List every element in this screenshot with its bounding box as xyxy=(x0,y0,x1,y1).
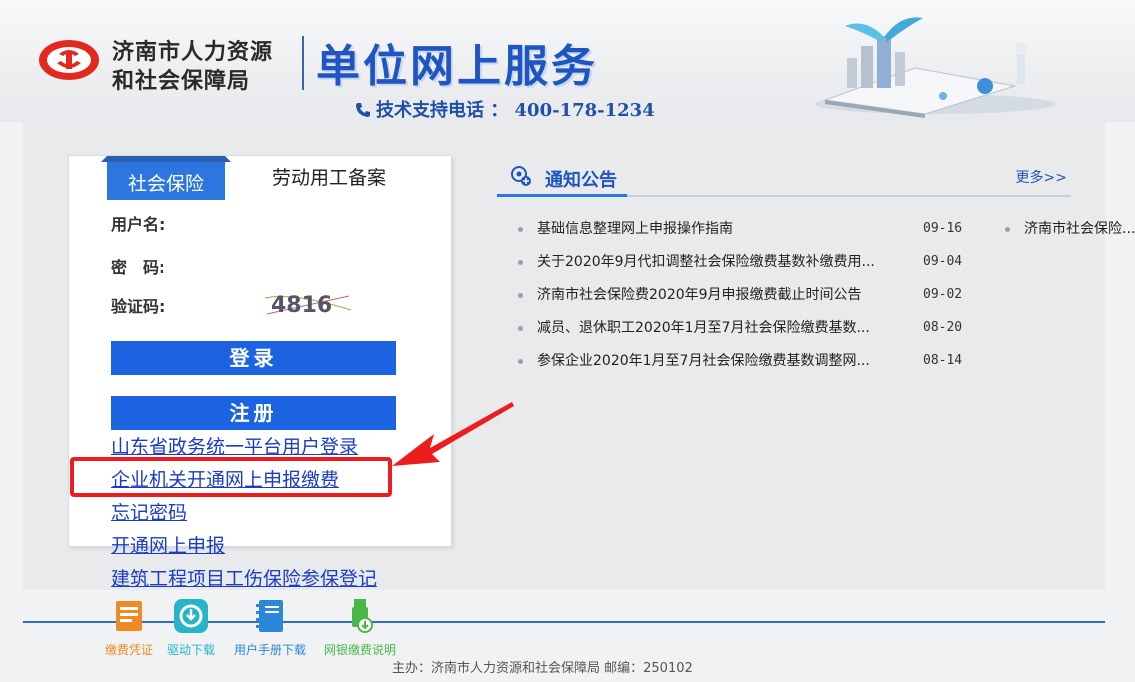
notice-item-date: 09-02 xyxy=(923,287,963,302)
notice-item-title[interactable]: 减员、退休职工2020年1月至7月社会保险缴费基数... xyxy=(537,316,907,340)
notice-item-date: 09-16 xyxy=(923,221,963,236)
notice-item-date: 08-20 xyxy=(923,320,963,335)
tool-label: 驱动下载 xyxy=(166,643,215,657)
link-open-online-declaration[interactable]: 开通网上申报 xyxy=(111,530,377,563)
site-title: 单位网上服务 xyxy=(316,41,598,92)
tool-label: 缴费凭证 xyxy=(104,643,153,657)
phone-icon xyxy=(356,103,370,117)
bullet-icon xyxy=(518,260,523,265)
notice-more-link[interactable]: 更多>> xyxy=(1016,167,1067,187)
username-label: 用户名: xyxy=(111,215,166,234)
highlight-annotation-box xyxy=(70,457,392,497)
bullet-icon xyxy=(518,359,523,364)
notice-item-title[interactable]: 济南市社会保险费2020年9月申报缴费截止时间公告 xyxy=(537,283,907,307)
bureau-logo-icon xyxy=(39,40,99,80)
link-forgot-password[interactable]: 忘记密码 xyxy=(111,497,377,530)
red-arrow-annotation xyxy=(392,402,514,466)
footer-sponsor-text: 主办：济南市人力资源和社会保障局 邮编：250102 xyxy=(392,661,693,676)
captcha-image[interactable]: 4816 xyxy=(263,288,353,320)
notice-item[interactable]: 减员、退休职工2020年1月至7月社会保险缴费基数... 08-20 xyxy=(518,316,978,349)
notice-side-title[interactable]: 济南市社会保险... xyxy=(1024,217,1135,241)
password-input[interactable] xyxy=(163,246,383,280)
notice-list: 基础信息整理网上申报操作指南 09-16 关于2020年9月代扣调整社会保险缴费… xyxy=(518,217,978,382)
register-button[interactable]: 注册 xyxy=(111,396,396,430)
manual-icon xyxy=(256,600,283,632)
hotline-text: 技术支持电话 ： 400-178-1234 xyxy=(376,100,655,121)
notice-item-title[interactable]: 参保企业2020年1月至7月社会保险缴费基数调整网... xyxy=(537,349,907,373)
captcha-char: 4816 xyxy=(271,293,332,318)
notice-item[interactable]: 关于2020年9月代扣调整社会保险缴费基数补缴费用... 09-04 xyxy=(518,250,978,283)
notice-header: 通知公告 更多>> xyxy=(497,155,1071,197)
captcha-input[interactable] xyxy=(170,287,258,321)
tab-social-insurance[interactable]: 社会保险 xyxy=(107,160,225,200)
notice-item-title[interactable]: 基础信息整理网上申报操作指南 xyxy=(537,217,907,241)
tab-labor-filing[interactable]: 劳动用工备案 xyxy=(259,156,399,200)
notice-item[interactable]: 参保企业2020年1月至7月社会保险缴费基数调整网... 08-14 xyxy=(518,349,978,382)
tool-label: 网银缴费说明 xyxy=(323,643,396,657)
password-label: 密 码: xyxy=(111,258,166,277)
usb-key-icon xyxy=(352,599,373,633)
org-name-line1: 济南市人力资源 xyxy=(112,40,274,65)
tool-online-banking-guide[interactable]: 网银缴费说明 xyxy=(316,597,404,658)
notice-title-tab: 通知公告 xyxy=(497,155,627,197)
tool-user-manual-download[interactable]: 用户手册下载 xyxy=(228,597,312,658)
link-construction-injury-registration[interactable]: 建筑工程项目工伤保险参保登记 xyxy=(111,563,377,596)
bullet-icon xyxy=(518,293,523,298)
username-input[interactable] xyxy=(165,203,385,237)
driver-download-icon xyxy=(174,599,208,633)
login-button[interactable]: 登录 xyxy=(111,341,396,375)
header-decoration-illustration xyxy=(815,17,1055,118)
notice-bell-icon xyxy=(511,166,531,186)
tool-driver-download[interactable]: 驱动下载 xyxy=(162,597,220,658)
bullet-icon xyxy=(518,227,523,232)
page-header: 济南市人力资源 和社会保障局 单位网上服务 技术支持电话 ： 400-178-1… xyxy=(0,0,1135,122)
tool-label: 用户手册下载 xyxy=(233,643,306,657)
notice-side-item[interactable]: 济南市社会保险... xyxy=(1005,217,1135,241)
org-name-line2: 和社会保障局 xyxy=(112,69,251,94)
footer-tools: 缴费凭证 驱动下载 用户手册下载 网银缴费说明 xyxy=(100,597,420,661)
captcha-label: 验证码: xyxy=(111,297,166,316)
bullet-icon xyxy=(518,326,523,331)
support-hotline: 技术支持电话 ： 400-178-1234 xyxy=(354,96,655,122)
notice-title: 通知公告 xyxy=(545,170,617,191)
notice-item-title[interactable]: 关于2020年9月代扣调整社会保险缴费基数补缴费用... xyxy=(537,250,907,274)
header-divider xyxy=(302,36,304,90)
tool-payment-receipt[interactable]: 缴费凭证 xyxy=(100,597,158,658)
bullet-icon xyxy=(1005,227,1010,232)
notice-item[interactable]: 基础信息整理网上申报操作指南 09-16 xyxy=(518,217,978,250)
notice-item-date: 09-04 xyxy=(923,254,963,269)
notice-item-date: 08-14 xyxy=(923,353,963,368)
receipt-icon xyxy=(116,601,142,631)
login-links: 山东省政务统一平台用户登录 企业机关开通网上申报缴费 忘记密码 开通网上申报 建… xyxy=(111,431,377,596)
notice-item[interactable]: 济南市社会保险费2020年9月申报缴费截止时间公告 09-02 xyxy=(518,283,978,316)
